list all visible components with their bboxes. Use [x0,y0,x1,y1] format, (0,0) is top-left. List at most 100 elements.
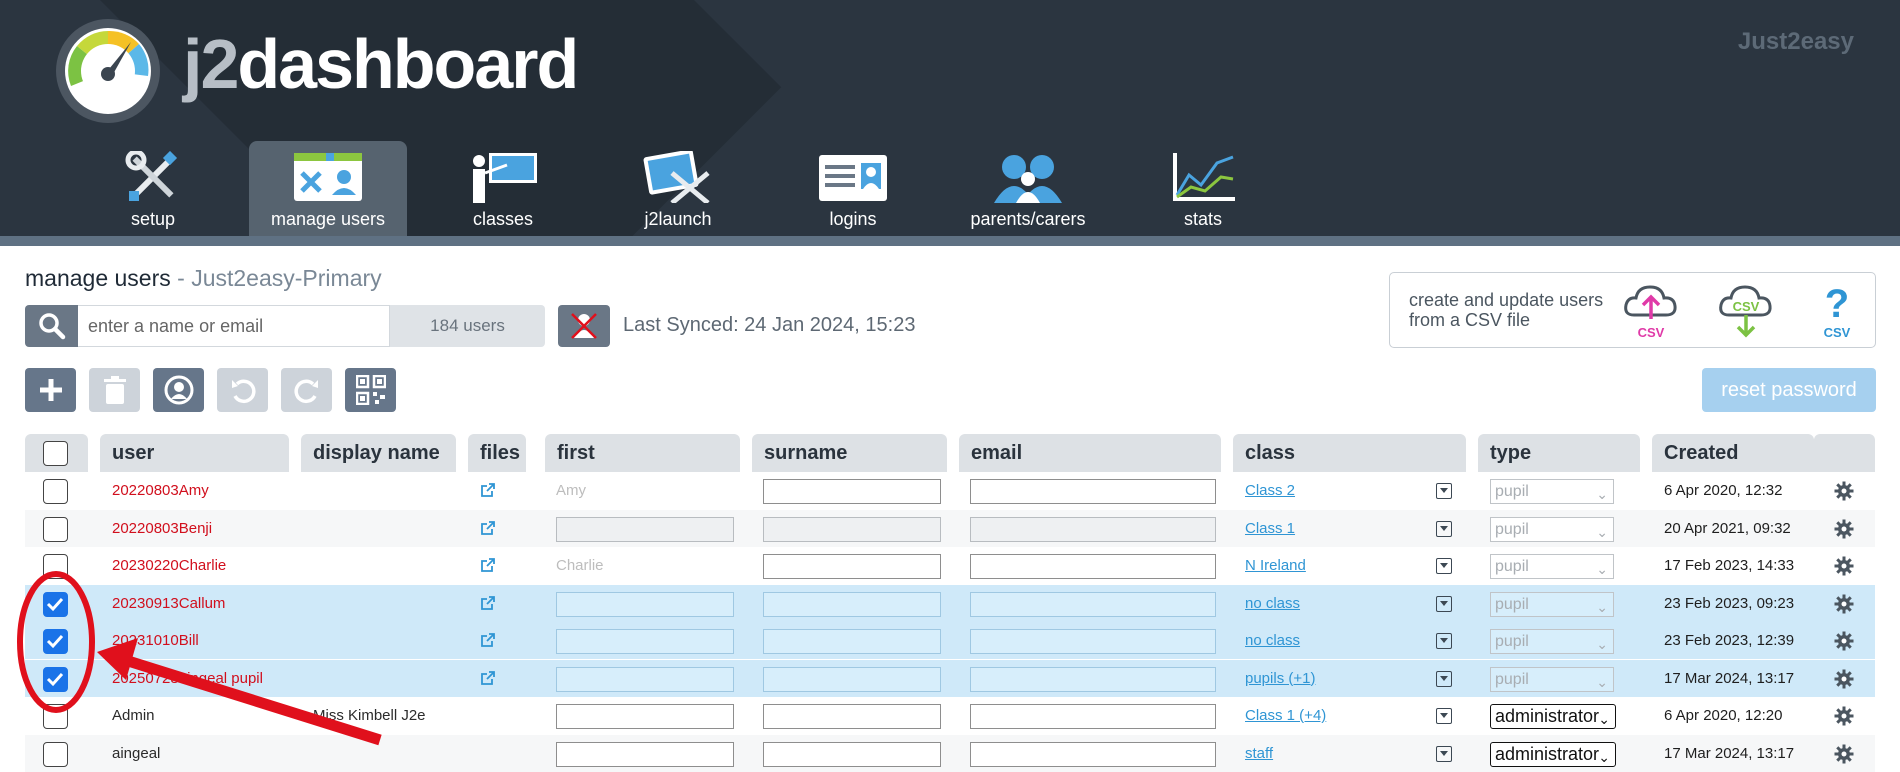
class-dropdown-icon[interactable] [1436,633,1452,649]
user-type-select[interactable]: pupil ⌄ [1490,554,1614,579]
user-type-select[interactable]: administrator ⌄ [1490,704,1616,729]
user-type-select[interactable]: administrator ⌄ [1490,741,1616,767]
class-link[interactable]: Class 1 [1245,520,1295,537]
surname-input[interactable] [763,554,941,579]
column-header-email[interactable]: email [959,434,1221,472]
first-name-input[interactable] [556,516,734,542]
open-files-link[interactable] [480,632,496,648]
row-settings-button[interactable] [1834,706,1854,726]
search-button[interactable] [25,305,78,347]
class-dropdown-icon[interactable] [1436,670,1452,687]
user-type-select[interactable]: pupil ⌄ [1490,591,1614,617]
row-select-checkbox[interactable] [43,591,68,617]
row-select-checkbox[interactable] [43,516,68,542]
column-header-surname[interactable]: surname [752,434,947,472]
surname-input[interactable] [763,704,941,729]
class-dropdown-icon[interactable] [1436,595,1452,612]
email-input[interactable] [970,666,1216,692]
surname-input[interactable] [763,479,941,504]
row-settings-button[interactable] [1834,744,1854,764]
row-settings-button[interactable] [1834,669,1854,689]
row-settings-button[interactable] [1834,594,1854,614]
column-header-display-name[interactable]: display name [301,434,456,472]
surname-input[interactable] [763,629,941,654]
csv-download-button[interactable]: CSV [1717,281,1775,341]
username-link[interactable]: Admin [112,707,155,724]
surname-input[interactable] [763,666,941,692]
class-link[interactable]: no class [1245,595,1300,612]
sync-button[interactable] [558,305,610,347]
row-select-checkbox[interactable] [43,666,68,692]
first-name-input[interactable] [556,629,734,654]
email-input[interactable] [970,591,1216,617]
row-settings-button[interactable] [1834,481,1854,501]
user-type-select[interactable]: pupil ⌄ [1490,479,1614,504]
class-dropdown-icon[interactable] [1436,745,1452,762]
class-link[interactable]: N Ireland [1245,557,1306,574]
surname-input[interactable] [763,591,941,617]
search-input[interactable] [78,305,390,347]
username-link[interactable]: 20220803Amy [112,482,209,499]
username-link[interactable]: 20230220Charlie [112,557,226,574]
delete-user-button[interactable] [89,368,140,412]
open-files-link[interactable] [480,520,496,536]
class-dropdown-icon[interactable] [1436,520,1452,537]
class-dropdown-icon[interactable] [1436,483,1452,499]
redo-button[interactable] [281,368,332,412]
nav-item-j2launch[interactable]: j2launch [599,141,757,237]
email-input[interactable] [970,741,1216,767]
csv-upload-button[interactable]: CSV [1622,281,1680,341]
class-link[interactable]: pupils (+1) [1245,670,1315,687]
email-input[interactable] [970,554,1216,579]
first-name-input[interactable] [556,591,734,617]
class-link[interactable]: no class [1245,632,1300,649]
username-link[interactable]: 20230913Callum [112,595,225,612]
column-header-created[interactable]: Created [1652,434,1814,472]
sync-users-button[interactable] [153,368,204,412]
column-header-files[interactable]: files [468,434,526,472]
speedometer-logo-icon[interactable] [55,18,161,124]
csv-help-button[interactable]: ? CSV [1808,281,1866,341]
nav-item-setup[interactable]: setup [74,141,232,237]
username-link[interactable]: 20220803Benji [112,520,212,537]
app-logo-text[interactable]: j2dashboard [183,24,579,104]
nav-item-parents-carers[interactable]: parents/carers [949,141,1107,237]
reset-password-button[interactable]: reset password [1702,368,1876,412]
open-files-link[interactable] [480,595,496,611]
column-header-class[interactable]: class [1233,434,1466,472]
nav-item-stats[interactable]: stats [1124,141,1282,237]
class-link[interactable]: staff [1245,745,1273,762]
username-link[interactable]: aingeal [112,745,160,762]
first-name-input[interactable] [556,704,734,729]
row-settings-button[interactable] [1834,519,1854,539]
user-type-select[interactable]: pupil ⌄ [1490,666,1614,692]
user-type-select[interactable]: pupil ⌄ [1490,516,1614,542]
nav-item-logins[interactable]: logins [774,141,932,237]
column-header-first[interactable]: first [545,434,740,472]
open-files-link[interactable] [480,482,496,498]
email-input[interactable] [970,516,1216,542]
class-link[interactable]: Class 2 [1245,482,1295,499]
open-files-link[interactable] [480,557,496,573]
row-select-checkbox[interactable] [43,629,68,654]
row-select-checkbox[interactable] [43,704,68,729]
undo-button[interactable] [217,368,268,412]
email-input[interactable] [970,629,1216,654]
user-type-select[interactable]: pupil ⌄ [1490,629,1614,654]
email-input[interactable] [970,479,1216,504]
first-name-input[interactable] [556,741,734,767]
row-select-checkbox[interactable] [43,479,68,504]
select-all-checkbox[interactable] [43,441,68,466]
column-header-user[interactable]: user [100,434,289,472]
username-link[interactable]: 20231010Bill [112,632,199,649]
class-dropdown-icon[interactable] [1436,708,1452,724]
email-input[interactable] [970,704,1216,729]
row-select-checkbox[interactable] [43,554,68,579]
surname-input[interactable] [763,516,941,542]
open-files-link[interactable] [480,670,496,686]
row-settings-button[interactable] [1834,631,1854,651]
nav-item-classes[interactable]: classes [424,141,582,237]
row-select-checkbox[interactable] [43,741,68,767]
username-link[interactable]: 20250728aingeal pupil [112,670,263,687]
nav-item-manage-users[interactable]: manage users [249,141,407,237]
